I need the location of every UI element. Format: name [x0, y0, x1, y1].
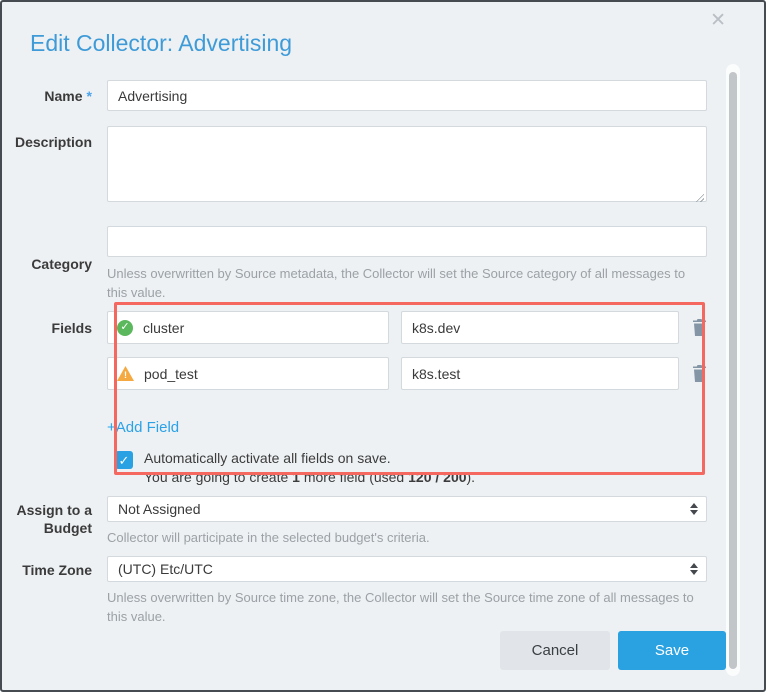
dialog-footer: Cancel Save [500, 631, 726, 670]
budget-label: Assign to a Budget [2, 496, 107, 547]
field-value-text: k8s.test [412, 366, 460, 382]
fields-label: Fields [2, 311, 107, 487]
category-row: Category Unless overwritten by Source me… [2, 226, 764, 302]
category-input[interactable] [107, 226, 707, 257]
field-value-input[interactable]: k8s.dev [401, 311, 679, 344]
budget-select[interactable]: Not Assigned [107, 496, 707, 522]
budget-row: Assign to a Budget Not Assigned Collecto… [2, 496, 764, 547]
activate-line1: Automatically activate all fields on sav… [144, 449, 475, 468]
fields-row: Fields ✓ cluster k8s.dev ! [2, 311, 764, 487]
select-spinner-icon [690, 503, 698, 515]
budget-helper-text: Collector will participate in the select… [107, 528, 697, 547]
field-row-pod-test: ! pod_test k8s.test [107, 357, 707, 390]
timezone-helper-text: Unless overwritten by Source time zone, … [107, 588, 697, 626]
field-value-text: k8s.dev [412, 320, 460, 336]
field-key-input[interactable]: ✓ cluster [107, 311, 389, 344]
name-row: Name * [2, 80, 764, 111]
select-spinner-icon [690, 563, 698, 575]
name-input[interactable] [107, 80, 707, 111]
field-key-text: cluster [143, 320, 184, 336]
name-label: Name * [2, 80, 107, 111]
timezone-row: Time Zone (UTC) Etc/UTC Unless overwritt… [2, 556, 764, 626]
required-asterisk: * [87, 87, 92, 105]
edit-collector-dialog: ✕ Edit Collector: Advertising Name * Des… [0, 0, 766, 692]
category-label: Category [2, 226, 107, 302]
field-key-input[interactable]: ! pod_test [107, 357, 389, 390]
delete-field-trash-icon[interactable] [692, 319, 707, 336]
fields-to-create-count: 1 [292, 469, 300, 485]
scrollbar-thumb[interactable] [729, 72, 737, 669]
description-row: Description [2, 126, 764, 207]
close-icon[interactable]: ✕ [710, 10, 726, 32]
timezone-selected-value: (UTC) Etc/UTC [118, 561, 213, 577]
dialog-title: Edit Collector: Advertising [30, 28, 764, 58]
timezone-label: Time Zone [2, 556, 107, 626]
scrollbar-track[interactable] [726, 64, 740, 676]
add-field-link[interactable]: +Add Field [107, 419, 179, 436]
description-label: Description [2, 126, 107, 207]
fields-usage-count: 120 / 200 [408, 469, 466, 485]
collector-form: Name * Description Category Unless overw [2, 80, 764, 626]
valid-check-icon: ✓ [117, 320, 133, 336]
description-textarea[interactable] [107, 126, 707, 202]
category-helper-text: Unless overwritten by Source metadata, t… [107, 264, 697, 302]
budget-selected-value: Not Assigned [118, 501, 201, 517]
activate-fields-row: ✓ Automatically activate all fields on s… [107, 449, 707, 487]
field-row-cluster: ✓ cluster k8s.dev [107, 311, 707, 344]
delete-field-trash-icon[interactable] [692, 365, 707, 382]
field-value-input[interactable]: k8s.test [401, 357, 679, 390]
timezone-select[interactable]: (UTC) Etc/UTC [107, 556, 707, 582]
activate-fields-checkbox[interactable]: ✓ [115, 451, 133, 469]
save-button[interactable]: Save [618, 631, 726, 670]
cancel-button[interactable]: Cancel [500, 631, 610, 670]
field-key-text: pod_test [144, 366, 198, 382]
warning-triangle-icon: ! [117, 366, 134, 381]
activate-line2: You are going to create 1 more field (us… [144, 468, 475, 487]
activate-fields-text: Automatically activate all fields on sav… [144, 449, 475, 487]
